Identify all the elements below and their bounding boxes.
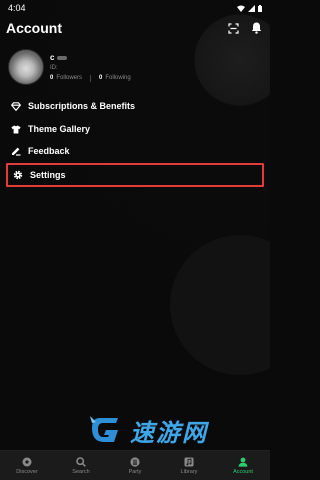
gear-icon [13,170,23,180]
followers-count: 0 [50,75,54,81]
menu-item-settings[interactable]: Settings [6,163,264,187]
nav-item-account[interactable]: Account [216,451,270,480]
bottom-nav: Discover Search Party Library Account [0,450,270,480]
name-redaction [57,55,68,60]
battery-icon [258,4,262,12]
profile-id: ID: [50,64,58,71]
nav-label: Discover [16,468,38,475]
pencil-icon [12,147,21,156]
following-stat[interactable]: 0 Following [99,75,131,81]
profile-section[interactable]: c ID: 0 Followers 0 Following [8,46,262,88]
menu-item-label: Theme Gallery [28,124,91,134]
menu-item-subscriptions[interactable]: Subscriptions & Benefits [6,95,264,117]
discover-icon [22,457,32,466]
menu-item-label: Feedback [28,146,70,156]
watermark: 速游网 [88,410,258,450]
search-icon [76,456,86,467]
profile-info: c ID: 0 Followers 0 Following [50,53,131,82]
menu-item-label: Subscriptions & Benefits [28,101,136,111]
page-title: Account [6,20,62,36]
nav-label: Library [180,468,198,475]
watermark-logo [90,416,118,442]
followers-stat[interactable]: 0 Followers [50,75,82,81]
notification-bell-icon[interactable] [251,22,262,34]
signal-icon [248,4,255,12]
avatar[interactable] [8,49,44,85]
status-bar: 4:04 [0,0,270,16]
library-icon [184,457,194,466]
menu-item-theme-gallery[interactable]: Theme Gallery [6,118,264,140]
party-icon [130,456,140,467]
followers-label: Followers [56,75,83,81]
menu-item-feedback[interactable]: Feedback [6,140,264,162]
following-count: 0 [99,75,103,81]
nav-item-search[interactable]: Search [54,451,108,480]
nav-label: Party [128,468,142,475]
scan-icon[interactable] [228,22,239,34]
diamond-icon [11,101,21,111]
status-time: 4:04 [8,3,26,13]
nav-item-discover[interactable]: Discover [0,451,54,480]
watermark-text: 速游网 [130,419,208,447]
nav-label: Search [72,468,90,475]
account-icon [238,457,248,467]
nav-item-party[interactable]: Party [108,451,162,480]
wifi-icon [237,5,245,12]
app-bar: Account [0,16,270,40]
profile-stats: 0 Followers 0 Following [50,74,131,82]
profile-name: c [50,52,55,62]
stats-divider [90,74,92,82]
following-label: Following [105,75,131,81]
background-decoration [170,235,270,375]
nav-item-library[interactable]: Library [162,451,216,480]
account-screen: 4:04 Account c ID: 0 Followers 0 Followi… [0,0,270,480]
menu-item-label: Settings [30,170,66,180]
shirt-icon [11,125,21,133]
nav-label: Account [233,468,253,475]
status-icons [237,4,262,12]
